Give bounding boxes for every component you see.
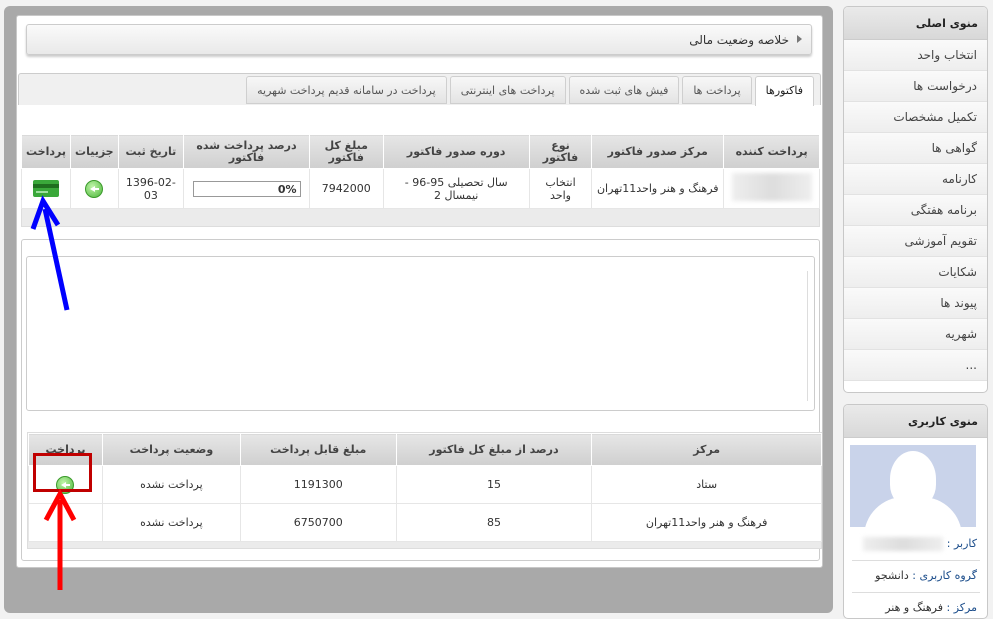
- menu-item-course-selection[interactable]: انتخاب واحد: [844, 40, 987, 71]
- col-issuing-center: مرکز صدور فاکتور: [591, 134, 725, 169]
- tab-invoices[interactable]: فاکتورها: [754, 76, 814, 106]
- paid-percent-label: 0%: [277, 182, 297, 196]
- col-paid-percent: درصد پرداخت شده فاکتور: [183, 134, 310, 169]
- table-row: فرهنگ و هنر واحد11تهران انتخاب واحد سال …: [20, 168, 820, 209]
- blurred-payer-name: [731, 173, 812, 201]
- menu-item-transcript[interactable]: کارنامه: [844, 164, 987, 195]
- menu-item-complete-profile[interactable]: تکمیل مشخصات: [844, 102, 987, 133]
- amount-cell: 1191300: [239, 465, 397, 504]
- total-amount-cell: 7942000: [308, 168, 384, 209]
- col-register-date: تاریخ ثبت: [117, 134, 185, 169]
- user-label: کاربر :: [946, 537, 977, 550]
- menu-item-certificates[interactable]: گواهی ها: [844, 133, 987, 164]
- user-menu: منوی کاربری کاربر : گروه کاربری : دانشجو…: [843, 404, 988, 619]
- center-cell: فرهنگ و هنر واحد11تهران: [591, 503, 822, 542]
- payer-cell: [723, 168, 820, 209]
- col-total-amount: مبلغ کل فاکتور: [308, 134, 384, 169]
- user-name-line: کاربر :: [863, 537, 977, 551]
- breadcrumb-title: خلاصه وضعیت مالی: [689, 33, 789, 47]
- center-cell: ستاد: [591, 465, 822, 504]
- percent-cell: 15: [395, 465, 593, 504]
- paid-percent-cell: 0%: [183, 168, 310, 209]
- tab-payments[interactable]: پرداخت ها: [682, 76, 752, 104]
- group-label: گروه کاربری :: [912, 569, 977, 582]
- center-label: مرکز :: [946, 601, 977, 614]
- register-date-cell: 1396-02-03: [117, 168, 185, 209]
- breadcrumb: خلاصه وضعیت مالی: [26, 24, 812, 55]
- table-row: ستاد 15 1191300 پرداخت نشده: [28, 465, 822, 504]
- avatar: [850, 445, 976, 527]
- col-payment-status: وضعیت پرداخت: [101, 433, 241, 466]
- textbox-scrollbar[interactable]: [807, 271, 811, 401]
- main-panel: خلاصه وضعیت مالی فاکتورها پرداخت ها فیش …: [4, 6, 833, 613]
- menu-item-links[interactable]: پیوند ها: [844, 288, 987, 319]
- col-invoice-type: نوع فاکتور: [528, 134, 593, 169]
- red-annotation-arrow: [43, 488, 77, 590]
- col-pay: پرداخت: [20, 134, 72, 169]
- status-cell: پرداخت نشده: [101, 465, 241, 504]
- period-cell: سال تحصیلی 95-96 - نیمسال 2: [382, 168, 530, 209]
- tab-online-payments[interactable]: پرداخت های اینترنتی: [449, 76, 566, 104]
- blurred-user-name: [863, 537, 944, 551]
- red-highlight-box: [33, 453, 92, 492]
- payments-table: مرکز درصد از مبلغ کل فاکتور مبلغ قابل پر…: [28, 433, 822, 542]
- details-arrow-icon[interactable]: [85, 179, 104, 198]
- main-menu-title: منوی اصلی: [844, 7, 987, 40]
- group-value: دانشجو: [875, 569, 909, 582]
- status-cell: پرداخت نشده: [101, 503, 241, 542]
- menu-item-academic-calendar[interactable]: تقویم آموزشی: [844, 226, 987, 257]
- details-textbox[interactable]: [26, 256, 815, 411]
- user-center-line: مرکز : فرهنگ و هنر: [885, 601, 977, 614]
- col-payable-amount: مبلغ قابل پرداخت: [239, 433, 397, 466]
- center-value: فرهنگ و هنر: [885, 601, 944, 614]
- tab-old-system-payments[interactable]: پرداخت در سامانه قدیم پرداخت شهریه: [246, 76, 447, 104]
- invoices-table: پرداخت کننده مرکز صدور فاکتور نوع فاکتور…: [20, 134, 820, 209]
- tab-registered-receipts[interactable]: فیش های ثبت شده: [568, 76, 680, 104]
- user-group-line: گروه کاربری : دانشجو: [875, 569, 977, 582]
- menu-item-requests[interactable]: درخواست ها: [844, 71, 987, 102]
- percent-cell: 85: [395, 503, 593, 542]
- col-payer: پرداخت کننده: [723, 134, 820, 169]
- menu-item-more[interactable]: ...: [844, 350, 987, 381]
- main-menu: منوی اصلی انتخاب واحد درخواست ها تکمیل م…: [843, 6, 988, 393]
- menu-item-weekly-schedule[interactable]: برنامه هفتگی: [844, 195, 987, 226]
- user-menu-title: منوی کاربری: [844, 405, 987, 438]
- tab-bar: فاکتورها پرداخت ها فیش های ثبت شده پرداخ…: [18, 73, 821, 106]
- content-area: خلاصه وضعیت مالی فاکتورها پرداخت ها فیش …: [16, 15, 823, 568]
- col-percent-of-total: درصد از مبلغ کل فاکتور: [395, 433, 593, 466]
- amount-cell: 6750700: [239, 503, 397, 542]
- table-row: فرهنگ و هنر واحد11تهران 85 6750700 پرداخ…: [28, 503, 822, 542]
- issuing-center-cell: فرهنگ و هنر واحد11تهران: [591, 168, 725, 209]
- col-details: جزییات: [70, 134, 119, 169]
- blue-annotation-arrow: [30, 195, 70, 311]
- paid-progress-bar: 0%: [192, 180, 301, 197]
- menu-item-tuition[interactable]: شهریه: [844, 319, 987, 350]
- breadcrumb-arrow-icon: [797, 35, 802, 43]
- col-center: مرکز: [591, 433, 822, 466]
- col-period: دوره صدور فاکتور: [382, 134, 530, 169]
- menu-item-complaints[interactable]: شکایات: [844, 257, 987, 288]
- invoice-type-cell: انتخاب واحد: [528, 168, 593, 209]
